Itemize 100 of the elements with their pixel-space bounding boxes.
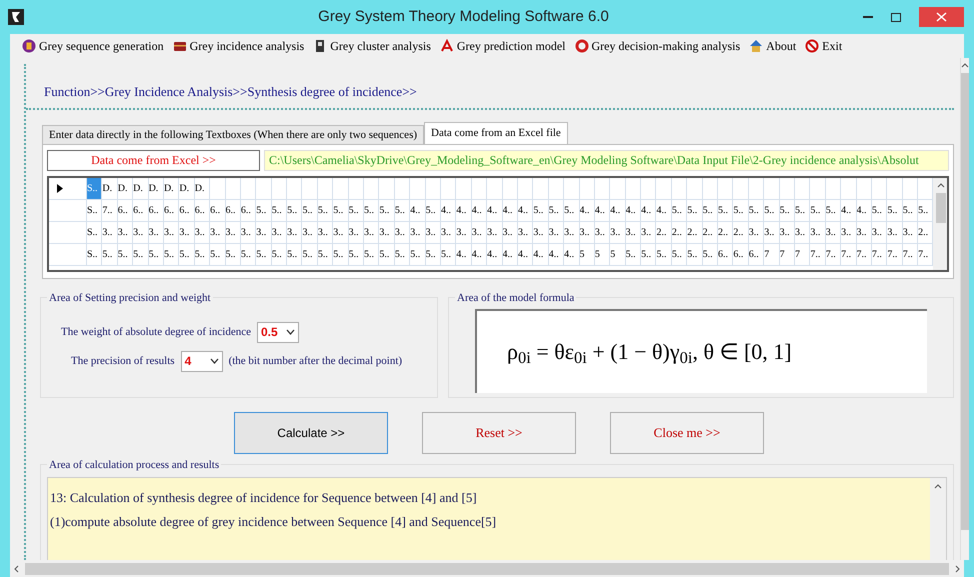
grid-cell[interactable]: D. (194, 178, 210, 198)
scroll-right-icon[interactable] (955, 564, 960, 572)
grid-cell[interactable]: 4.. (594, 200, 610, 220)
grid-cell[interactable]: 3.. (102, 222, 118, 242)
menu-item[interactable]: Grey decision-making analysis (574, 37, 740, 55)
grid-cell[interactable]: 5.. (226, 244, 241, 264)
grid-cell[interactable]: 3.. (610, 222, 626, 242)
grid-cell[interactable]: 3.. (272, 222, 288, 242)
grid-cell[interactable]: 6.. (240, 200, 256, 220)
grid-cell[interactable]: 3.. (594, 222, 610, 242)
grid-cell[interactable]: 5.. (272, 244, 288, 264)
grid-cell[interactable]: 3.. (333, 222, 349, 242)
grid-cell[interactable]: 7.. (826, 244, 842, 264)
grid-cell[interactable]: 4.. (456, 244, 472, 264)
grid-cell[interactable]: 5.. (256, 200, 272, 220)
grid-cell[interactable]: 5.. (687, 200, 703, 220)
grid-cell[interactable]: 5.. (302, 244, 318, 264)
grid-cell[interactable]: 2.. (672, 222, 688, 242)
grid-cell[interactable]: 3.. (302, 222, 318, 242)
grid-cell[interactable]: 6.. (133, 200, 149, 220)
grid-cell[interactable]: 4.. (502, 244, 518, 264)
grid-cell[interactable]: 3.. (348, 222, 364, 242)
scrollbar-thumb[interactable] (961, 73, 969, 530)
grid-cell[interactable]: 6.. (179, 200, 195, 220)
grid-cell[interactable]: 4.. (487, 244, 503, 264)
grid-cell[interactable]: 5.. (164, 244, 180, 264)
grid-cell[interactable]: 5.. (672, 244, 688, 264)
grid-cell[interactable]: 5.. (179, 244, 195, 264)
grid-cell[interactable]: 3.. (548, 222, 564, 242)
grid-cell[interactable]: 4.. (856, 200, 872, 220)
scrollbar-thumb[interactable] (25, 562, 949, 574)
grid-cell[interactable]: 5.. (718, 200, 734, 220)
scroll-left-icon[interactable] (14, 564, 19, 572)
maximize-icon[interactable] (891, 12, 901, 22)
grid-cell[interactable]: 5.. (672, 200, 688, 220)
grid-cell[interactable]: 5.. (810, 200, 826, 220)
grid-cell[interactable]: 5.. (826, 200, 842, 220)
grid-cell[interactable]: D. (148, 178, 164, 198)
page-vertical-scrollbar[interactable] (960, 58, 969, 560)
grid-cell[interactable]: 3.. (502, 222, 518, 242)
grid-cell[interactable]: 3.. (856, 222, 872, 242)
grid-cell[interactable]: 4.. (533, 244, 549, 264)
grid-cell[interactable]: 4.. (502, 200, 518, 220)
grid-cell[interactable]: 7.. (887, 244, 903, 264)
grid-cell[interactable]: 4.. (472, 200, 488, 220)
grid-cell[interactable]: 3.. (210, 222, 226, 242)
grid-cell[interactable]: 2.. (687, 222, 703, 242)
grid-cell[interactable]: 3.. (148, 222, 164, 242)
grid-cell[interactable]: 7.. (810, 244, 826, 264)
grid-cell[interactable]: 5.. (364, 200, 380, 220)
grid-cell[interactable]: 5 (580, 244, 595, 264)
grid-cell[interactable]: 5.. (118, 244, 134, 264)
grid-cell[interactable]: 5.. (764, 200, 780, 220)
grid-cell[interactable]: 5.. (287, 200, 302, 220)
grid-cell[interactable]: 4.. (656, 200, 672, 220)
grid-cell[interactable]: S.. (87, 222, 102, 242)
grid-cell[interactable]: 7 (794, 244, 810, 264)
grid-cell[interactable]: 3.. (256, 222, 272, 242)
grid-cell[interactable]: 4.. (564, 244, 580, 264)
grid-cell[interactable]: 3.. (364, 222, 380, 242)
grid-cell[interactable]: 4.. (440, 200, 456, 220)
grid-cell[interactable]: 5.. (656, 244, 672, 264)
grid-cell[interactable]: 3.. (410, 222, 426, 242)
grid-cell[interactable]: 6.. (718, 244, 734, 264)
grid-cell[interactable]: 6.. (226, 200, 241, 220)
grid-cell[interactable]: D. (118, 178, 134, 198)
grid-cell[interactable]: 6.. (148, 200, 164, 220)
grid-cell[interactable]: 3.. (810, 222, 826, 242)
grid-cell[interactable]: D. (179, 178, 195, 198)
grid-cell[interactable]: 5.. (533, 200, 549, 220)
grid-cell[interactable]: S.. (87, 200, 102, 220)
grid-cell[interactable]: 6.. (733, 244, 749, 264)
grid-cell[interactable]: 5.. (702, 244, 718, 264)
grid-cell[interactable]: 3.. (780, 222, 795, 242)
grid-cell[interactable]: 6.. (118, 200, 134, 220)
grid-cell[interactable]: 3.. (440, 222, 456, 242)
grid-cell[interactable]: 5.. (348, 200, 364, 220)
grid-cell[interactable]: 4.. (518, 244, 534, 264)
grid-cell[interactable]: 4.. (610, 200, 626, 220)
grid-cell[interactable]: D. (133, 178, 149, 198)
grid-cell[interactable]: 5.. (410, 244, 426, 264)
scroll-up-icon[interactable] (937, 182, 946, 188)
grid-cell[interactable]: 3.. (872, 222, 888, 242)
grid-cell[interactable]: 5.. (333, 200, 349, 220)
grid-cell[interactable]: 5.. (687, 244, 703, 264)
results-text-area[interactable]: 13: Calculation of synthesis degree of incidence for Sequence between [4] and [5] (1)compute absolute degree of grey incidence between Sequence [4] and Sequence[5] (47, 476, 947, 560)
grid-cell[interactable]: 5.. (318, 200, 334, 220)
grid-cell[interactable]: 7 (764, 244, 780, 264)
tab[interactable]: Data come from an Excel file (424, 122, 568, 144)
grid-cell[interactable]: 5.. (210, 244, 226, 264)
scrollbar-thumb[interactable] (936, 192, 946, 222)
grid-cell[interactable]: 4.. (472, 244, 488, 264)
grid-cell[interactable]: 6.. (164, 200, 180, 220)
grid-cell[interactable]: 5.. (133, 244, 149, 264)
grid-cell[interactable]: 4.. (641, 200, 656, 220)
grid-cell[interactable]: 5 (610, 244, 626, 264)
grid-cell[interactable]: 3.. (841, 222, 857, 242)
grid-cell[interactable]: 5.. (702, 200, 718, 220)
grid-cell[interactable]: 5.. (794, 200, 810, 220)
menu-item[interactable]: About (749, 37, 796, 55)
